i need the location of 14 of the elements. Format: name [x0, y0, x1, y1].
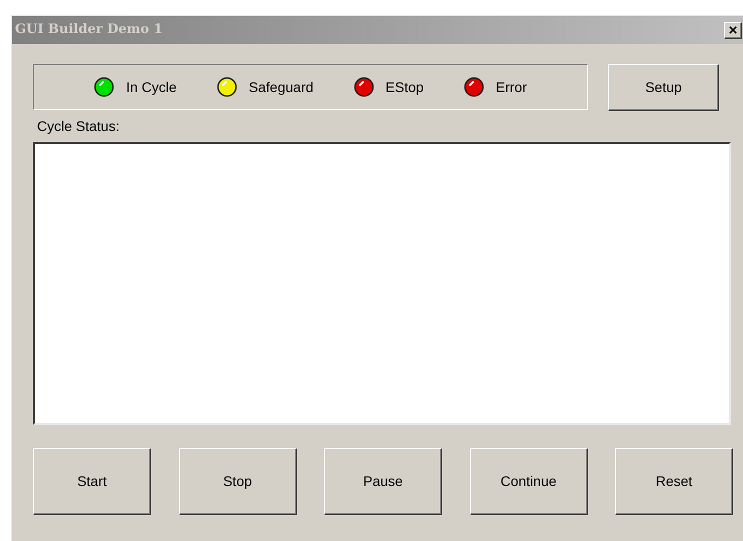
indicator-label: Error: [496, 78, 527, 96]
cycle-status-box[interactable]: [33, 142, 731, 425]
action-button[interactable]: Stop: [178, 448, 296, 515]
action-button[interactable]: Start: [33, 448, 151, 515]
indicator-label: In Cycle: [126, 78, 177, 97]
setup-button[interactable]: Setup: [608, 64, 719, 111]
indicator-label: Safeguard: [248, 78, 314, 97]
window-title: GUI Builder Demo 1: [15, 21, 163, 40]
action-button[interactable]: Reset: [615, 448, 733, 515]
indicator-label: EStop: [386, 78, 424, 97]
action-button[interactable]: Pause: [324, 448, 442, 515]
close-button[interactable]: ×: [724, 22, 742, 38]
action-button[interactable]: Continue: [470, 448, 588, 515]
cycle-status-label: Cycle Status:: [37, 117, 120, 136]
